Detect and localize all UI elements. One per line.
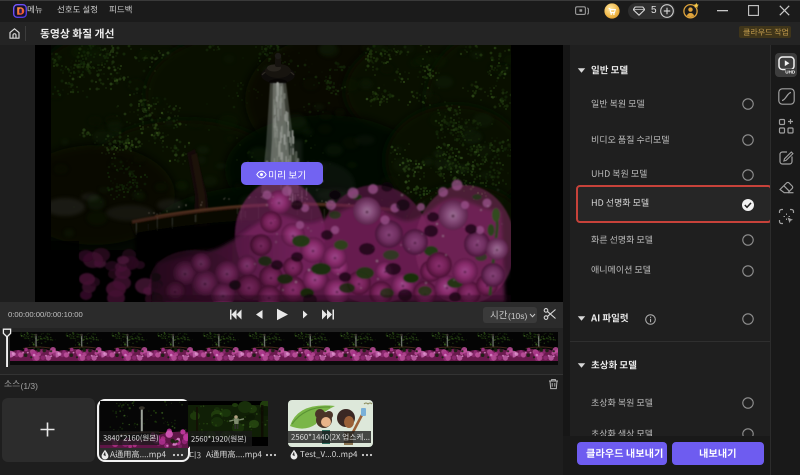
svg-text:UHD: UHD bbox=[785, 69, 795, 74]
